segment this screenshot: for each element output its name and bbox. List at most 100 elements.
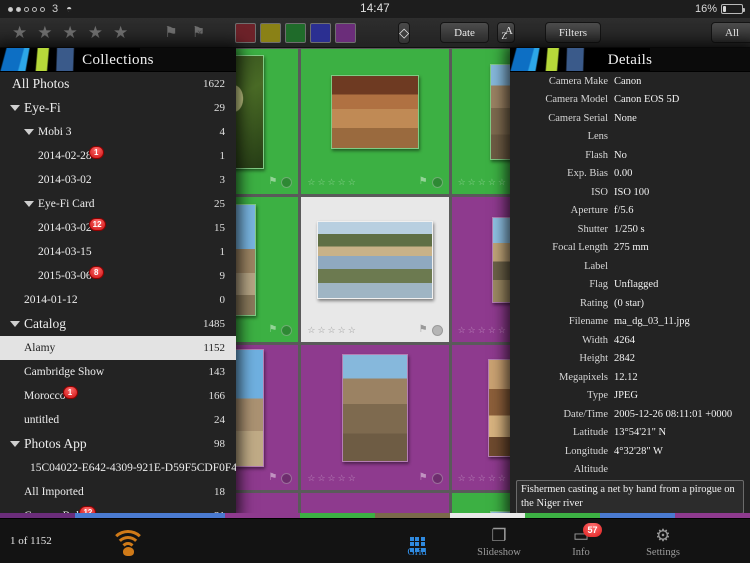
cell-star[interactable]: ☆ [328, 325, 336, 335]
cell-star[interactable]: ☆ [348, 325, 356, 335]
rating-star-1[interactable]: ★ [12, 24, 27, 41]
rating-star-4[interactable]: ★ [88, 24, 103, 41]
cell-star[interactable]: ☆ [488, 325, 496, 335]
cell-status-icon[interactable] [281, 472, 293, 484]
cell-flag-icon[interactable]: ⚑ [419, 325, 428, 335]
cell-star[interactable]: ☆ [317, 473, 325, 483]
rating-stars-group[interactable]: ★ ★ ★ ★ ★ [0, 24, 128, 41]
collection-row[interactable]: Alamy 1152 [0, 336, 236, 360]
cell-star[interactable]: ☆ [468, 473, 476, 483]
rating-star-2[interactable]: ★ [37, 24, 52, 41]
cell-star[interactable]: ☆ [307, 325, 315, 335]
cell-star[interactable]: ☆ [478, 177, 486, 187]
collection-row[interactable]: 2014-03-02 3 [0, 168, 236, 192]
color-label-group[interactable] [235, 22, 357, 43]
cell-star[interactable]: ☆ [348, 177, 356, 187]
tab-slideshow[interactable]: ❐ Slideshow [458, 525, 540, 558]
tag-icon[interactable]: ◇ [398, 21, 411, 44]
cell-rating-stars[interactable]: ☆☆☆☆☆ [307, 177, 356, 187]
cell-star[interactable]: ☆ [338, 473, 346, 483]
collection-row[interactable]: 2015-03-06 8 9 [0, 264, 236, 288]
cell-star[interactable]: ☆ [498, 473, 506, 483]
photo-cell[interactable]: ☆☆☆☆☆⚑ [301, 49, 449, 194]
cell-rating-stars[interactable]: ☆☆☆☆☆ [458, 473, 506, 483]
collection-row[interactable]: 2014-02-28 1 1 [0, 144, 236, 168]
cell-star[interactable]: ☆ [498, 177, 506, 187]
photo-cell[interactable]: ☆☆☆☆☆⚑ [301, 345, 449, 490]
cell-flag-icon[interactable]: ⚑ [268, 473, 277, 483]
cell-rating-stars[interactable]: ☆☆☆☆☆ [307, 473, 356, 483]
flag-icon[interactable]: ⚑ [164, 25, 177, 40]
cell-star[interactable]: ☆ [478, 325, 486, 335]
photo-cell[interactable]: ☆☆☆☆☆⚑ [301, 197, 449, 342]
disclosure-triangle-icon[interactable] [10, 321, 20, 327]
eyefi-icon[interactable] [109, 526, 148, 556]
cell-star[interactable]: ☆ [338, 177, 346, 187]
color-label-swatch-5[interactable] [335, 22, 357, 43]
collection-row[interactable]: untitled 24 [0, 408, 236, 432]
disclosure-triangle-icon[interactable] [10, 105, 20, 111]
collection-row[interactable]: Cambridge Show 143 [0, 360, 236, 384]
cell-star[interactable]: ☆ [468, 177, 476, 187]
tab-info[interactable]: ▭ Info 57 [540, 522, 622, 558]
cell-flag-icon[interactable]: ⚑ [419, 177, 428, 187]
color-label-swatch-3[interactable] [285, 22, 307, 43]
flag-rejected-icon[interactable]: ⚑ [192, 25, 205, 41]
cell-star[interactable]: ☆ [348, 473, 356, 483]
collection-row[interactable]: 2014-01-12 0 [0, 288, 236, 312]
cell-status-icon[interactable] [281, 324, 293, 336]
color-label-swatch-4[interactable] [310, 22, 332, 43]
collection-row[interactable]: All Imported 18 [0, 480, 236, 504]
collection-row[interactable]: Mobi 3 4 [0, 120, 236, 144]
tab-grid[interactable]: Grid [376, 525, 458, 558]
tab-list[interactable]: Grid ❐ Slideshow ▭ Info 57 ⚙ Settings [376, 522, 750, 558]
cell-star[interactable]: ☆ [458, 473, 466, 483]
sort-az-button[interactable]: A Z [496, 22, 515, 43]
cell-star[interactable]: ☆ [317, 177, 325, 187]
collection-row[interactable]: Catalog 1485 [0, 312, 236, 336]
cell-rating-stars[interactable]: ☆☆☆☆☆ [458, 177, 506, 187]
collection-row[interactable]: 2014-03-15 1 [0, 240, 236, 264]
cell-star[interactable]: ☆ [468, 325, 476, 335]
cell-flag-icon[interactable]: ⚑ [419, 473, 428, 483]
collection-row[interactable]: All Photos 1622 [0, 72, 236, 96]
cell-rating-stars[interactable]: ☆☆☆☆☆ [307, 325, 356, 335]
cell-star[interactable]: ☆ [498, 325, 506, 335]
disclosure-triangle-icon[interactable] [24, 201, 34, 207]
collections-list[interactable]: All Photos 1622 Eye-Fi 29 Mobi 3 4 2014-02-28 1… [0, 72, 236, 518]
cell-status-icon[interactable] [281, 176, 293, 188]
rating-star-3[interactable]: ★ [63, 24, 78, 41]
rating-star-5[interactable]: ★ [113, 24, 128, 41]
date-button[interactable]: Date [440, 22, 489, 43]
select-all-button[interactable]: All [711, 22, 750, 43]
cell-star[interactable]: ☆ [307, 473, 315, 483]
disclosure-triangle-icon[interactable] [24, 129, 34, 135]
cell-rating-stars[interactable]: ☆☆☆☆☆ [458, 325, 506, 335]
cell-status-icon[interactable] [431, 176, 443, 188]
cell-flag-icon[interactable]: ⚑ [268, 325, 277, 335]
cell-star[interactable]: ☆ [488, 177, 496, 187]
collection-row[interactable]: 2014-03-02 12 15 [0, 216, 236, 240]
collection-row[interactable]: Photos App 98 [0, 432, 236, 456]
color-label-swatch-2[interactable] [260, 22, 282, 43]
cell-star[interactable]: ☆ [458, 177, 466, 187]
cell-flag-icon[interactable]: ⚑ [268, 177, 277, 187]
collection-row[interactable]: Eye-Fi Card 25 [0, 192, 236, 216]
cell-star[interactable]: ☆ [328, 473, 336, 483]
color-label-swatch-1[interactable] [235, 22, 257, 43]
filters-button[interactable]: Filters [544, 22, 602, 43]
cell-status-icon[interactable] [431, 472, 443, 484]
cell-star[interactable]: ☆ [307, 177, 315, 187]
cell-star[interactable]: ☆ [458, 325, 466, 335]
cell-star[interactable]: ☆ [478, 473, 486, 483]
cell-star[interactable]: ☆ [328, 177, 336, 187]
cell-star[interactable]: ☆ [488, 473, 496, 483]
cell-star[interactable]: ☆ [317, 325, 325, 335]
collection-row[interactable]: 15C04022-E642-4309-921E-D59F5CDF0F403 [0, 456, 236, 480]
tab-settings[interactable]: ⚙ Settings [622, 525, 704, 558]
disclosure-triangle-icon[interactable] [10, 441, 20, 447]
caption-field[interactable]: Fishermen casting a net by hand from a p… [516, 480, 744, 514]
cell-star[interactable]: ☆ [338, 325, 346, 335]
collection-row[interactable]: Eye-Fi 29 [0, 96, 236, 120]
collection-row[interactable]: Morocco 1 166 [0, 384, 236, 408]
